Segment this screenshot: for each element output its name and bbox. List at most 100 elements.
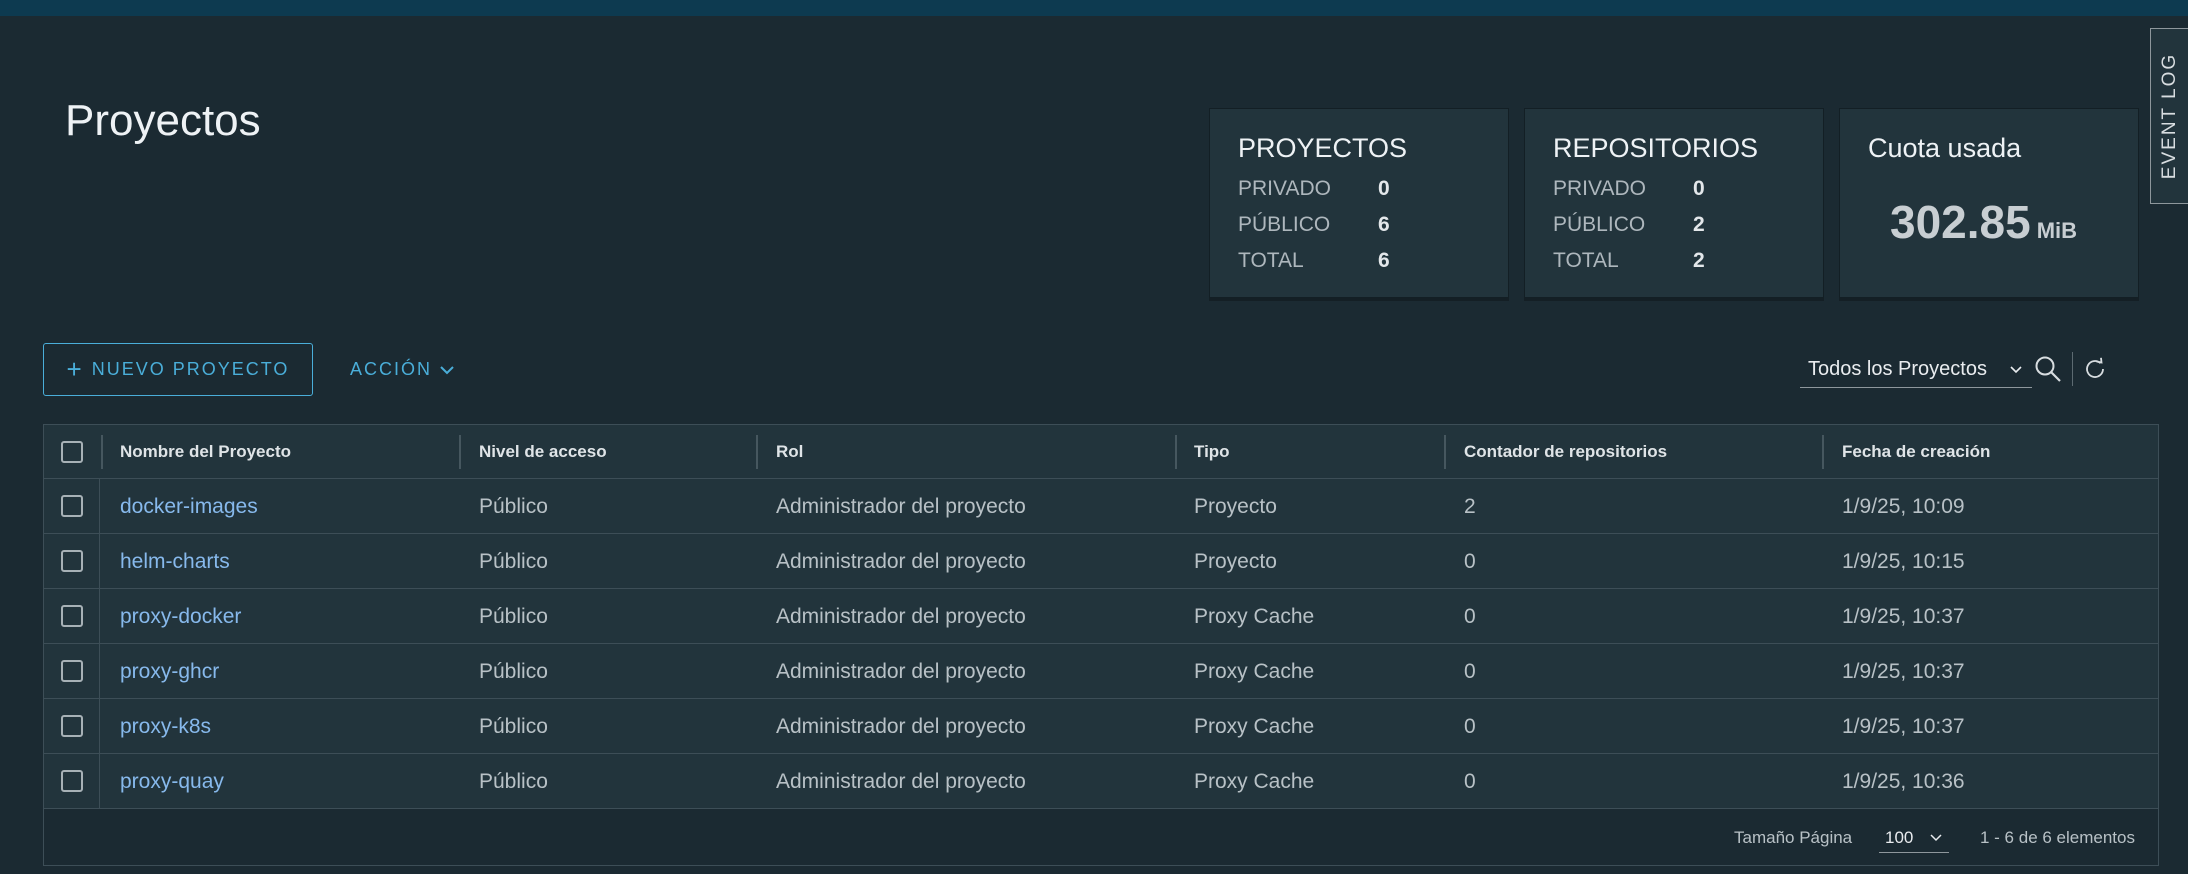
column-separator (756, 435, 758, 469)
pagination-count: 1 - 6 de 6 elementos (1980, 828, 2135, 847)
search-icon (2035, 356, 2061, 382)
cell-created: 1/9/25, 10:37 (1842, 659, 1965, 683)
column-header-type[interactable]: Tipo (1194, 425, 1230, 479)
project-name-link[interactable]: helm-charts (120, 534, 230, 589)
plus-icon: + (66, 354, 82, 384)
cell-type: Proxy Cache (1194, 714, 1315, 738)
project-filter-select[interactable]: Todos los Proyectos (1800, 352, 2032, 388)
stat-row-public: PÚBLICO 2 (1553, 213, 1705, 237)
page-title: Proyectos (65, 96, 261, 145)
stat-label: TOTAL (1238, 249, 1304, 272)
stat-value: 0 (1693, 177, 1705, 200)
column-header-access[interactable]: Nivel de acceso (479, 425, 607, 479)
cell-access: Público (479, 769, 548, 793)
stat-row-private: PRIVADO 0 (1238, 177, 1390, 201)
stat-label: PÚBLICO (1553, 213, 1646, 236)
column-header-name[interactable]: Nombre del Proyecto (120, 425, 291, 479)
cell-type: Proxy Cache (1194, 769, 1315, 793)
cell-role: Administrador del proyecto (776, 659, 1026, 683)
page-size-select[interactable]: 100 (1879, 823, 1949, 853)
stat-row-public: PÚBLICO 6 (1238, 213, 1390, 237)
projects-table: Nombre del Proyecto Nivel de acceso Rol … (43, 424, 2159, 866)
project-name-link[interactable]: proxy-quay (120, 754, 224, 809)
card-title: PROYECTOS (1238, 133, 1408, 163)
cell-created: 1/9/25, 10:37 (1842, 604, 1965, 628)
column-separator (101, 435, 103, 469)
stat-label: PÚBLICO (1238, 213, 1331, 236)
project-name-link[interactable]: docker-images (120, 479, 258, 534)
cell-repo-count: 0 (1464, 549, 1476, 573)
project-name-link[interactable]: proxy-docker (120, 589, 241, 644)
cell-type: Proxy Cache (1194, 659, 1315, 683)
cell-type: Proyecto (1194, 549, 1277, 573)
refresh-icon (2086, 357, 2104, 378)
table-header: Nombre del Proyecto Nivel de acceso Rol … (44, 425, 2158, 479)
cell-access: Público (479, 714, 548, 738)
cell-repo-count: 0 (1464, 659, 1476, 683)
cell-created: 1/9/25, 10:37 (1842, 714, 1965, 738)
column-header-created[interactable]: Fecha de creación (1842, 425, 1990, 479)
refresh-button[interactable] (2080, 354, 2110, 384)
cell-created: 1/9/25, 10:36 (1842, 769, 1965, 793)
projects-summary-card: PROYECTOS PRIVADO 0 PÚBLICO 6 TOTAL 6 (1209, 108, 1509, 298)
new-project-button[interactable]: + NUEVO PROYECTO (43, 343, 313, 396)
quota-unit: MiB (2036, 218, 2078, 243)
row-checkbox[interactable] (61, 660, 83, 682)
stat-label: TOTAL (1553, 249, 1619, 272)
column-separator (459, 435, 461, 469)
cell-access: Público (479, 659, 548, 683)
column-header-repo-count[interactable]: Contador de repositorios (1464, 425, 1667, 479)
row-checkbox[interactable] (61, 715, 83, 737)
table-row: docker-images Público Administrador del … (44, 479, 2158, 534)
table-row: proxy-docker Público Administrador del p… (44, 589, 2158, 644)
card-title: REPOSITORIOS (1553, 133, 1759, 163)
table-row: proxy-ghcr Público Administrador del pro… (44, 644, 2158, 699)
quota-value: 302.85 MiB (1890, 195, 2077, 249)
stat-value: 6 (1378, 249, 1390, 272)
project-name-link[interactable]: proxy-ghcr (120, 644, 219, 699)
event-log-label: EVENT LOG (2158, 52, 2180, 180)
cell-type: Proxy Cache (1194, 604, 1315, 628)
cell-access: Público (479, 494, 548, 518)
stat-label: PRIVADO (1238, 177, 1331, 200)
event-log-tab[interactable]: EVENT LOG (2150, 28, 2188, 204)
filter-selected-value: Todos los Proyectos (1808, 358, 1987, 380)
action-dropdown-button[interactable]: ACCIÓN (350, 343, 456, 396)
table-footer: Tamaño Página 100 1 - 6 de 6 elementos (44, 811, 2158, 865)
action-label: ACCIÓN (350, 359, 433, 379)
cell-access: Público (479, 604, 548, 628)
repositories-summary-card: REPOSITORIOS PRIVADO 0 PÚBLICO 2 TOTAL 2 (1524, 108, 1824, 298)
search-button[interactable] (2033, 354, 2063, 384)
stat-value: 6 (1378, 213, 1390, 236)
row-checkbox[interactable] (61, 550, 83, 572)
stat-row-total: TOTAL 6 (1238, 249, 1390, 273)
column-header-role[interactable]: Rol (776, 425, 803, 479)
stat-row-total: TOTAL 2 (1553, 249, 1705, 273)
cell-role: Administrador del proyecto (776, 769, 1026, 793)
cell-role: Administrador del proyecto (776, 549, 1026, 573)
cell-created: 1/9/25, 10:15 (1842, 549, 1965, 573)
row-checkbox[interactable] (61, 770, 83, 792)
cell-repo-count: 0 (1464, 604, 1476, 628)
row-checkbox[interactable] (61, 605, 83, 627)
page-size-value: 100 (1885, 827, 1914, 847)
column-separator (1175, 435, 1177, 469)
stat-value: 2 (1693, 213, 1705, 236)
stat-value: 0 (1378, 177, 1390, 200)
chevron-down-icon (440, 365, 454, 374)
stat-row-private: PRIVADO 0 (1553, 177, 1705, 201)
cell-role: Administrador del proyecto (776, 604, 1026, 628)
quota-number: 302.85 (1890, 196, 2031, 248)
table-row: helm-charts Público Administrador del pr… (44, 534, 2158, 589)
row-checkbox[interactable] (61, 495, 83, 517)
quota-card: Cuota usada 302.85 MiB (1839, 108, 2139, 298)
select-all-checkbox[interactable] (61, 441, 83, 463)
stat-value: 2 (1693, 249, 1705, 272)
cell-repo-count: 2 (1464, 494, 1476, 518)
project-name-link[interactable]: proxy-k8s (120, 699, 211, 754)
column-separator (1822, 435, 1824, 469)
checkbox-column-divider (99, 479, 100, 809)
cell-role: Administrador del proyecto (776, 714, 1026, 738)
cell-role: Administrador del proyecto (776, 494, 1026, 518)
toolbar-divider (2072, 352, 2073, 386)
